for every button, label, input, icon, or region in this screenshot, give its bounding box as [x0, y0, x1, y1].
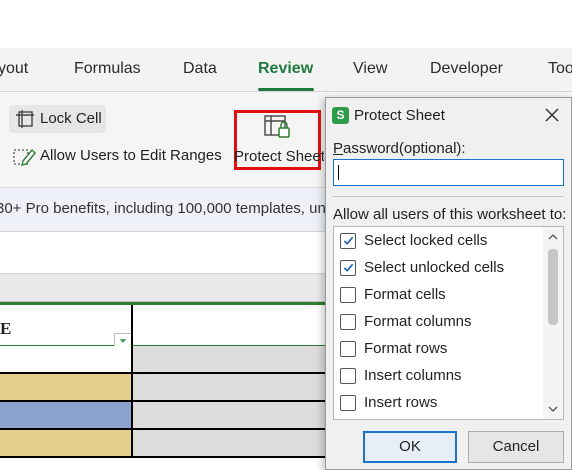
- permission-checkbox[interactable]: [340, 314, 356, 330]
- permission-checkbox[interactable]: [340, 368, 356, 384]
- protect-sheet-dialog: S Protect Sheet Password(optional): Allo…: [325, 97, 572, 470]
- scroll-down-icon[interactable]: [543, 401, 563, 417]
- table-row-cell[interactable]: [0, 430, 133, 458]
- tab-tools[interactable]: Too: [548, 60, 572, 78]
- dialog-title-bar[interactable]: S Protect Sheet: [326, 98, 571, 132]
- permission-label: Insert columns: [364, 367, 462, 384]
- lock-cell-label: Lock Cell: [40, 110, 102, 127]
- scrollbar-thumb[interactable]: [548, 249, 558, 325]
- table-row-cell[interactable]: [0, 374, 133, 402]
- dialog-title: Protect Sheet: [354, 107, 445, 124]
- permission-checkbox[interactable]: [340, 233, 356, 249]
- chevron-down-glyph: [548, 406, 558, 412]
- divider: [332, 196, 564, 197]
- table-row-cell[interactable]: [0, 346, 133, 374]
- list-scrollbar[interactable]: [543, 227, 563, 419]
- active-tab-indicator: [258, 88, 314, 91]
- column-divider: [131, 305, 133, 348]
- permissions-label: Allow all users of this worksheet to:: [333, 206, 567, 223]
- table-row-cell[interactable]: [0, 402, 133, 430]
- close-icon[interactable]: [540, 103, 564, 127]
- ribbon-tabs: yout Formulas Data Review View Developer…: [0, 48, 572, 92]
- chevron-up-glyph: [548, 234, 558, 240]
- header-cell-text: E: [0, 319, 12, 338]
- permission-label: Insert rows: [364, 394, 438, 411]
- text-caret: [338, 165, 339, 180]
- permissions-list[interactable]: Select locked cells Select unlocked cells…: [333, 226, 564, 420]
- app-icon: S: [332, 107, 349, 124]
- cancel-button[interactable]: Cancel: [468, 431, 564, 463]
- tab-data[interactable]: Data: [183, 60, 217, 78]
- tab-developer[interactable]: Developer: [430, 60, 503, 78]
- scroll-up-icon[interactable]: [543, 229, 563, 245]
- password-label: Password(optional):: [333, 140, 466, 157]
- tab-view[interactable]: View: [353, 60, 387, 78]
- permission-label: Format rows: [364, 340, 448, 357]
- permission-checkbox[interactable]: [340, 395, 356, 411]
- ok-button[interactable]: OK: [363, 431, 457, 463]
- checkmark-icon: [343, 263, 354, 272]
- lock-cell-icon: [16, 110, 34, 128]
- protect-sheet-icon: [264, 115, 290, 138]
- permission-label: Format columns: [364, 313, 472, 330]
- password-label-mnemonic: P: [333, 140, 344, 157]
- tab-formulas[interactable]: Formulas: [74, 60, 141, 78]
- tab-review[interactable]: Review: [258, 60, 313, 78]
- permission-label: Select locked cells: [364, 232, 488, 249]
- allow-edit-ranges-label: Allow Users to Edit Ranges: [40, 147, 222, 164]
- password-label-rest: assword(optional):: [343, 140, 466, 157]
- permission-checkbox[interactable]: [340, 341, 356, 357]
- permission-label: Select unlocked cells: [364, 259, 505, 276]
- checkmark-icon: [343, 236, 354, 245]
- tab-page-layout[interactable]: yout: [0, 60, 28, 78]
- password-field[interactable]: [333, 159, 564, 186]
- lock-cell-button[interactable]: Lock Cell: [9, 105, 106, 133]
- permission-checkbox[interactable]: [340, 287, 356, 303]
- edit-ranges-icon: [13, 148, 36, 166]
- permission-checkbox[interactable]: [340, 260, 356, 276]
- close-x-glyph: [545, 108, 559, 122]
- banner-text: 30+ Pro benefits, including 100,000 temp…: [0, 200, 330, 217]
- protect-sheet-label: Protect Sheet: [234, 148, 324, 165]
- protect-sheet-button[interactable]: Protect Sheet: [234, 110, 324, 170]
- permission-label: Format cells: [364, 286, 446, 303]
